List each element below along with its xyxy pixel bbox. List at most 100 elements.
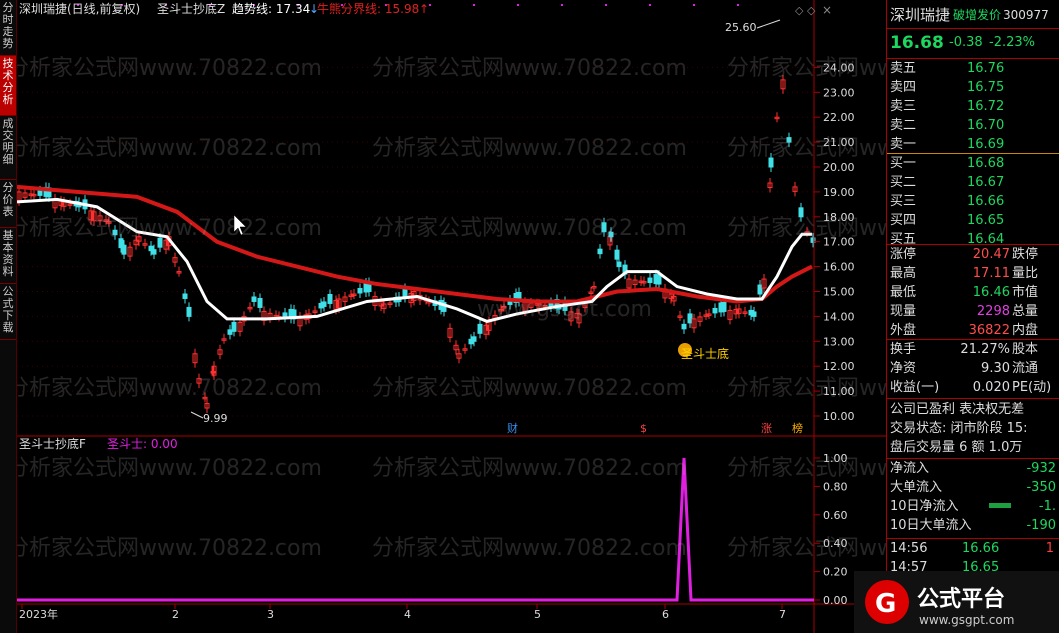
- left-tab-bar: 分时走势 技术分析 成交明细 分价表 基本资料 公式下载: [0, 0, 17, 633]
- candle: [186, 306, 192, 317]
- stat2-value: 9.30: [981, 361, 1010, 376]
- kline-chart[interactable]: 24.0023.0022.0021.0020.0019.0018.0017.00…: [7, 0, 1042, 633]
- chart-area[interactable]: 24.00 23.00 22.00 21.00 20.00 19.00 18.00 17.00…: [7, 0, 1042, 633]
- sub-series-label: 圣斗士: 0.00: [107, 437, 178, 451]
- high-annotation: 25.60: [725, 21, 757, 34]
- stat-value: 2298: [976, 304, 1010, 319]
- sub-y-tick-label: 0.80: [823, 480, 848, 493]
- candle: [681, 323, 687, 330]
- candle: [321, 301, 327, 307]
- bull-label: 牛熊分界线: 15.98: [317, 1, 419, 16]
- dollar-marker[interactable]: $: [640, 422, 647, 435]
- x-tick-label: 5: [534, 608, 541, 621]
- ask-price: 16.72: [967, 99, 1005, 114]
- left-tab-2[interactable]: 成交明细: [0, 116, 16, 180]
- signal-label: 圣斗士底: [681, 346, 729, 361]
- watermark: 分析家公式网www.70822.com: [372, 56, 687, 81]
- left-tab-4[interactable]: 基本资料: [0, 228, 16, 284]
- sub-indicator-title: 圣斗士抄底F: [19, 436, 86, 451]
- y-tick-label: 12.00: [823, 360, 855, 373]
- watermark: 分析家公式网www.70822.com: [17, 536, 322, 561]
- watermark: 分析家公式网www.70822.com: [372, 136, 687, 161]
- sub-y-tick-label: 0.00: [823, 594, 848, 607]
- cai-marker[interactable]: 财: [507, 421, 518, 435]
- watermark: 分析家公式网www.70822.com: [727, 136, 886, 161]
- y-tick-label: 20.00: [823, 161, 855, 174]
- stat-value: 36822: [968, 323, 1010, 338]
- watermark: 分析家公式网www.70822.com: [372, 376, 687, 401]
- sub-y-tick-label: 0.20: [823, 566, 848, 579]
- watermark: 分析家公式网www.70822.com: [17, 376, 322, 401]
- trend-label: 趋势线: 17.34: [232, 2, 310, 16]
- candle: [477, 323, 483, 334]
- left-tab-0[interactable]: 分时走势: [0, 0, 16, 56]
- y-tick-label: 22.00: [823, 111, 855, 124]
- y-tick-label: 15.00: [823, 286, 855, 299]
- ask-label: 卖三: [890, 99, 917, 114]
- close-icon[interactable]: ×: [822, 3, 832, 17]
- stat-value: 20.47: [972, 247, 1010, 262]
- logo-text: 公式平台: [917, 586, 1005, 612]
- top-marker: [473, 4, 475, 6]
- y-tick-label: 16.00: [823, 261, 855, 274]
- candle: [182, 293, 188, 299]
- stat-value: 16.46: [972, 285, 1010, 300]
- stat-label: 外盘: [890, 323, 917, 338]
- watermark: 分析家公式网www.70822.com: [727, 536, 886, 561]
- stat2-right-label: 流通: [1012, 361, 1039, 376]
- watermark: 分析家公式网www.70822.com: [17, 136, 322, 161]
- indicator-title: 圣斗士抄底Z: [157, 1, 225, 16]
- stat2-right-label: PE(动): [1012, 380, 1052, 395]
- bid-label: 买四: [890, 213, 917, 228]
- ask-price: 16.76: [967, 61, 1005, 76]
- watermark: 分析家公式网www.70822.com: [372, 536, 687, 561]
- ask-price: 16.70: [967, 118, 1005, 133]
- bid-label: 买一: [890, 156, 917, 171]
- bid-price: 16.67: [967, 175, 1005, 190]
- candle: [721, 301, 727, 312]
- candle: [687, 313, 693, 324]
- watermark: 分析家公式网www.70822.com: [727, 376, 886, 401]
- candle: [751, 311, 757, 317]
- bang-marker[interactable]: 榜: [792, 421, 803, 435]
- flow-label: 大单流入: [890, 480, 943, 495]
- stat-value: 17.11: [972, 266, 1010, 281]
- tick-price: 16.66: [962, 541, 1000, 556]
- stock-code: 300977: [1003, 8, 1049, 22]
- stat2-label: 换手: [890, 342, 917, 357]
- diamond-icon[interactable]: ◇: [795, 4, 804, 17]
- left-tab-3[interactable]: 分价表: [0, 180, 16, 228]
- x-tick-label: 3: [267, 608, 274, 621]
- top-marker: [649, 4, 651, 6]
- stat-label: 最低: [890, 285, 917, 300]
- info-line: 公司已盈利 表决权无差: [890, 402, 1025, 417]
- y-tick-label: 14.00: [823, 310, 855, 323]
- top-marker: [517, 4, 519, 6]
- flow-value: -1.: [1038, 499, 1056, 514]
- candle: [614, 249, 620, 260]
- flow-value: -350: [1026, 480, 1056, 495]
- stat-right-label: 内盘: [1012, 323, 1039, 338]
- stat2-value: 0.020: [972, 380, 1010, 395]
- ask-label: 卖四: [890, 80, 917, 95]
- zhang-marker[interactable]: 涨: [761, 422, 772, 435]
- candle: [712, 307, 718, 314]
- candle: [257, 297, 263, 308]
- watermark: 分析家公式网www.70822.com: [372, 456, 687, 481]
- quote-panel: 深圳瑞捷 破增发价 300977 16.68 -0.38 -2.23% 卖五 16.76 卖四 1…: [886, 0, 1059, 633]
- x-tick-label: 2023年: [19, 607, 58, 621]
- flow-value: -932: [1026, 461, 1056, 476]
- candle: [616, 261, 622, 268]
- left-tab-1[interactable]: 技术分析: [0, 56, 16, 116]
- diamond-icon-2[interactable]: ◇: [807, 4, 816, 17]
- x-tick-label: 6: [662, 608, 669, 621]
- watermark: 分析家公式网www.70822.com: [372, 216, 687, 241]
- candle: [121, 244, 127, 255]
- candle: [357, 288, 363, 294]
- top-marker: [737, 4, 739, 6]
- left-tab-5[interactable]: 公式下载: [0, 284, 16, 340]
- stat-label: 涨停: [890, 247, 917, 262]
- top-marker: [561, 4, 563, 6]
- price-change: -0.38: [949, 35, 983, 50]
- watermark: 分析家公式网www.70822.com: [17, 456, 322, 481]
